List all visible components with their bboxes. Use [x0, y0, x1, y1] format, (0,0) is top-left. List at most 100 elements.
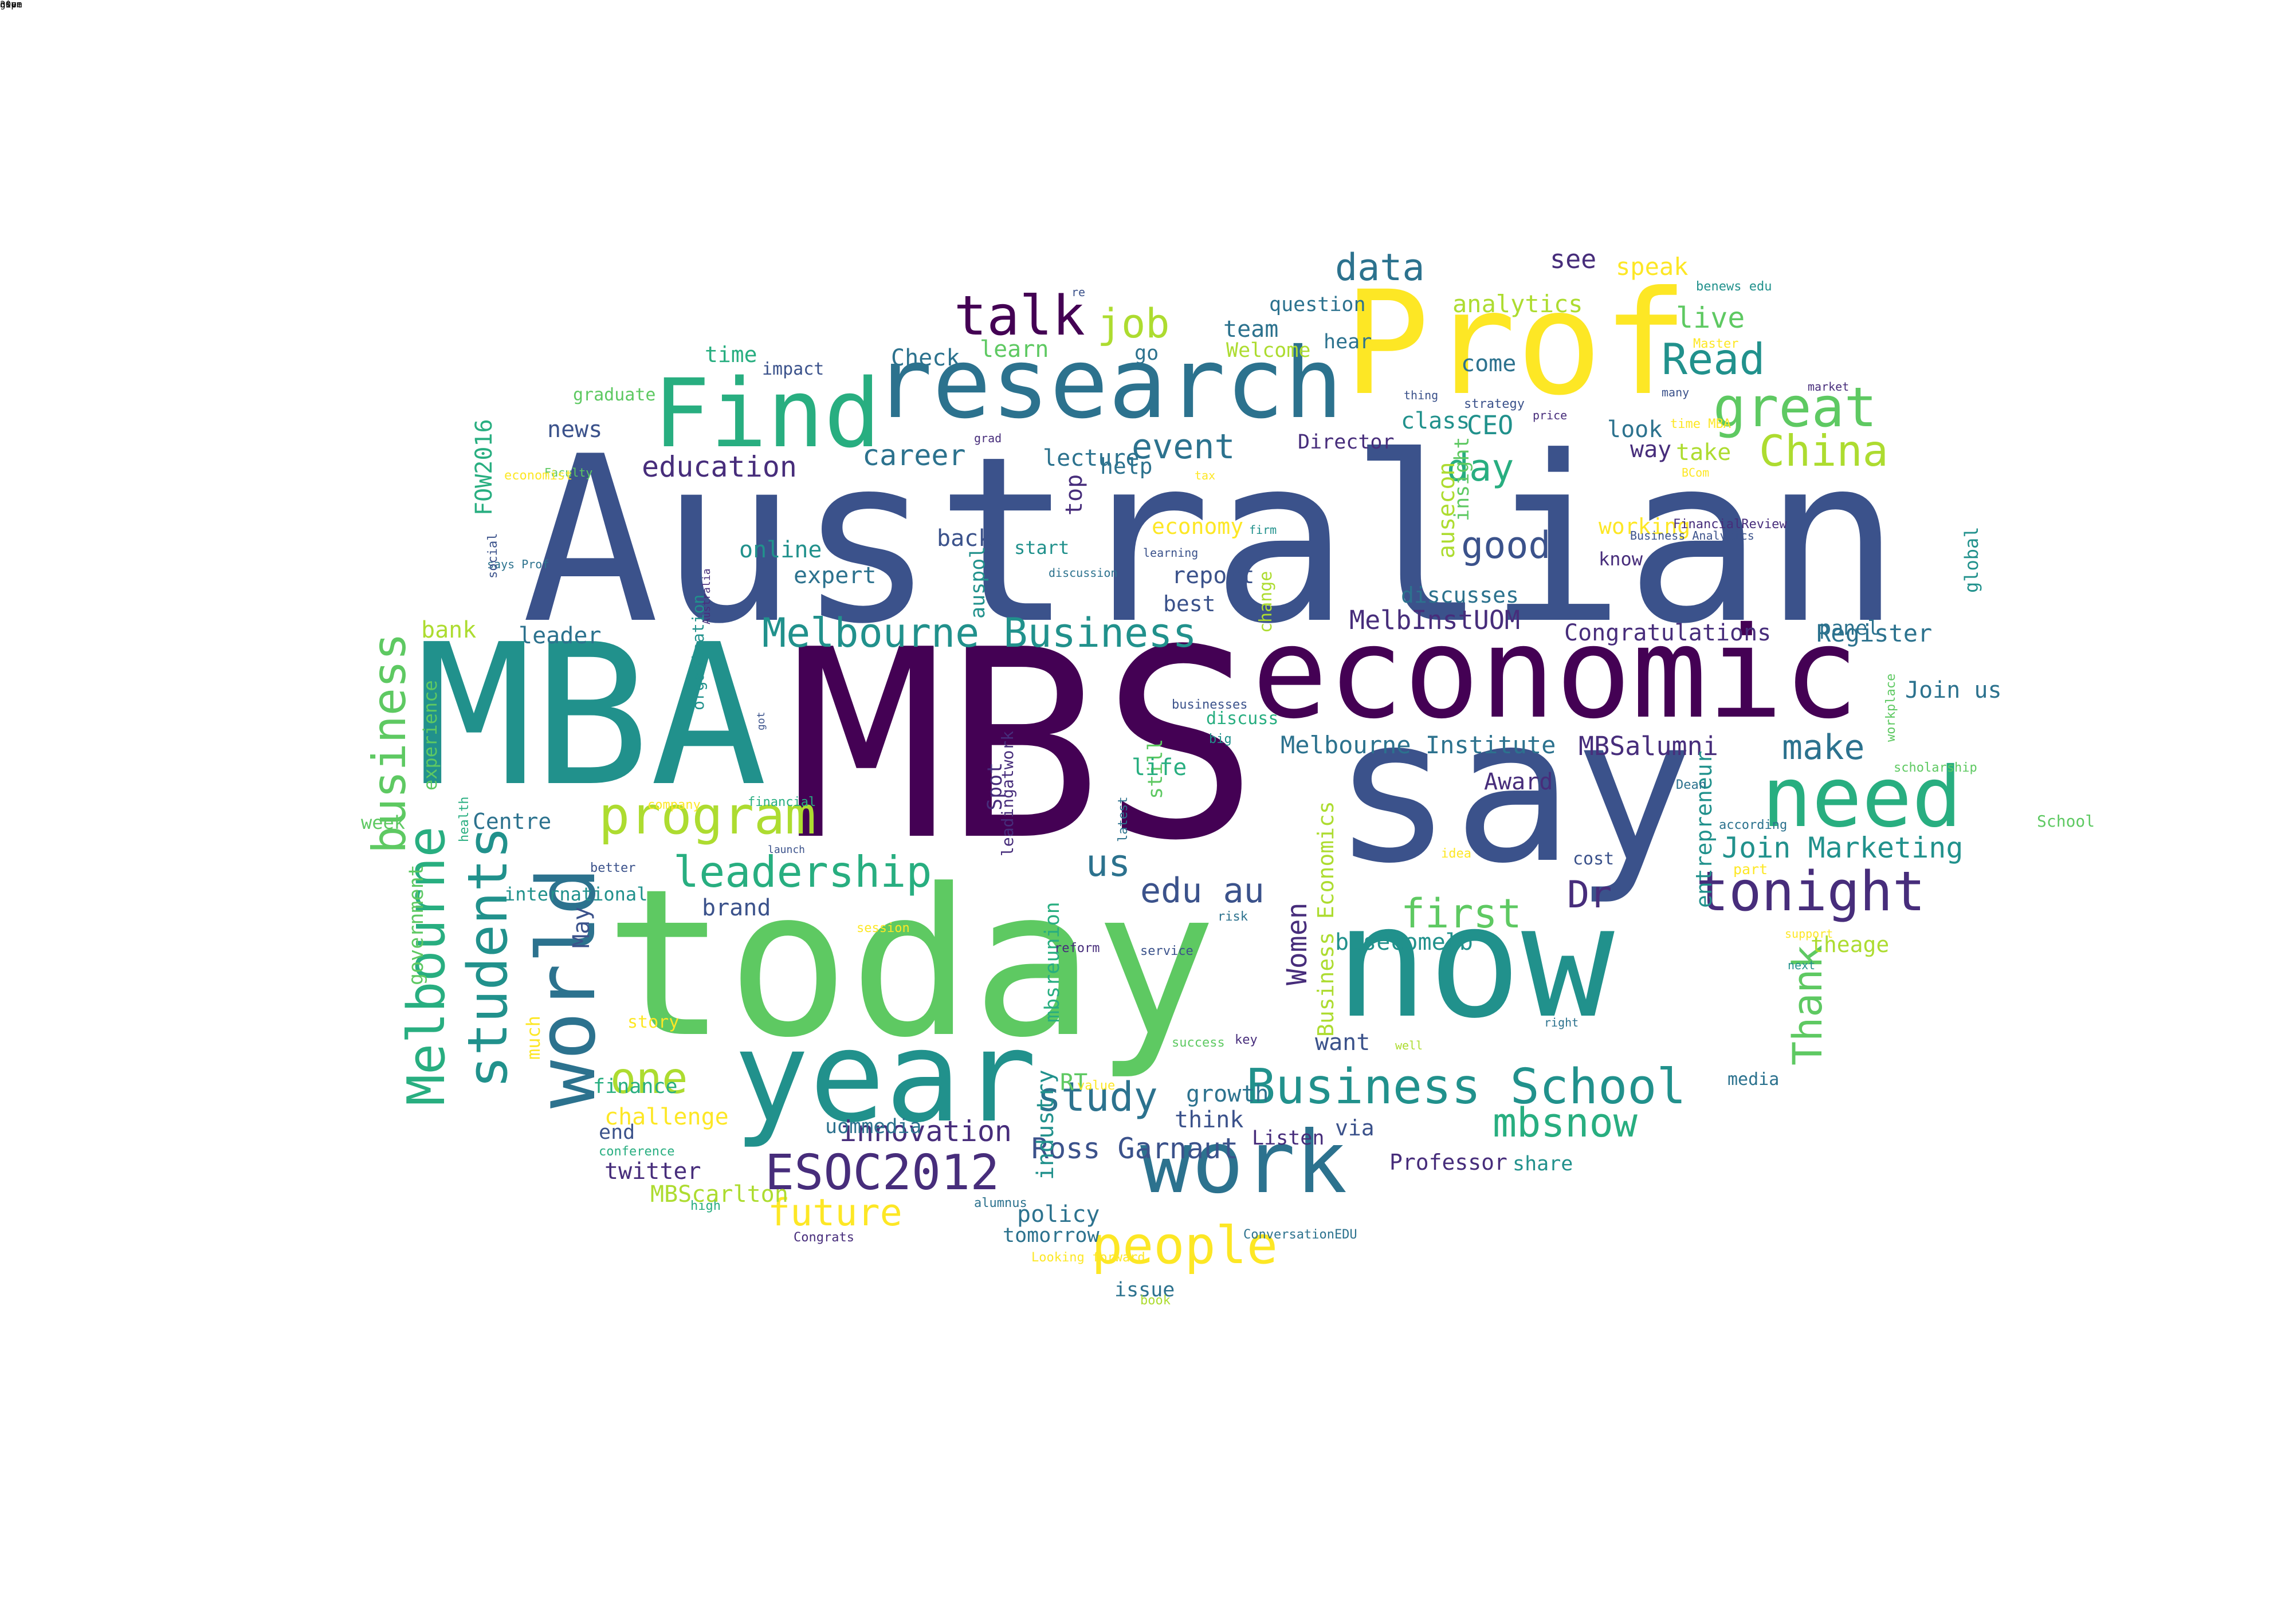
word-tonight: tonight — [1696, 860, 1926, 923]
word-use: use — [0, 0, 17, 10]
word-discusses: discusses — [1401, 583, 1519, 608]
word-think: think — [1175, 1107, 1244, 1133]
word-help: help — [1100, 454, 1153, 479]
word-discussion: discussion — [1049, 566, 1118, 580]
word-first: first — [1401, 890, 1522, 937]
word-talk: talk — [954, 285, 1085, 348]
word-grad: grad — [974, 431, 1002, 445]
word-challenge: challenge — [604, 1104, 729, 1130]
word-government: government — [405, 864, 428, 985]
word-social: social — [486, 533, 500, 579]
word-job: job — [1097, 300, 1170, 347]
word-congratulations: Congratulations — [1564, 620, 1772, 646]
word-us: us — [1086, 842, 1131, 885]
word-health: health — [457, 796, 472, 842]
word-thing: thing — [1404, 388, 1439, 402]
word-well: well — [1395, 1039, 1423, 1052]
word-live: live — [1676, 301, 1745, 335]
word-fow2016: FOW2016 — [471, 419, 497, 516]
word-learn: learn — [980, 336, 1049, 363]
word-auspol: auspol — [967, 546, 990, 619]
word-ross-garnaut: Ross Garnaut — [1031, 1132, 1239, 1165]
word-take: take — [1676, 439, 1731, 466]
word-book: book — [1140, 1293, 1171, 1308]
word-australia: Australia — [701, 568, 713, 624]
word-uommedia: uommedia — [825, 1115, 922, 1138]
word-may: May — [568, 906, 595, 948]
word-scholarship: scholarship — [1894, 761, 1977, 775]
word-start: start — [1014, 537, 1070, 559]
word-ceo: CEO — [1467, 410, 1514, 441]
word-entrepreneur: entrepreneur — [1691, 750, 1717, 908]
word-time-mba: time MBA — [1670, 417, 1731, 431]
word-hear: hear — [1324, 331, 1372, 353]
word-international: international — [504, 883, 648, 905]
word-price: price — [1533, 408, 1568, 422]
word-next: next — [1788, 958, 1816, 972]
word-news: news — [547, 416, 603, 443]
word-join-marketing: Join Marketing — [1722, 831, 1964, 864]
word-key: key — [1235, 1033, 1258, 1047]
word-cloud: Australian MBS MBA today say economic no… — [0, 0, 2293, 1624]
word-check: Check — [891, 345, 960, 371]
word-experience: experience — [419, 680, 441, 791]
word-conference: conference — [599, 1145, 675, 1159]
word-according: according — [1719, 818, 1788, 832]
word-tomorrow: tomorrow — [1003, 1224, 1100, 1247]
word-value: value — [1077, 1079, 1116, 1093]
word-best: best — [1163, 591, 1216, 616]
word-analytics: analytics — [1452, 290, 1583, 318]
word-speak: speak — [1616, 253, 1689, 281]
word-finance: finance — [593, 1075, 678, 1098]
word-week: week — [361, 812, 406, 833]
word-dean: Dean — [1676, 778, 1706, 792]
word-leadingatwork: leadingatwork — [998, 730, 1017, 856]
word-mbscarlton: MBScarlton — [650, 1181, 788, 1208]
word-business-analytics: Business Analytics — [1630, 529, 1754, 542]
word-centre: Centre — [473, 809, 552, 834]
word-service: service — [1140, 944, 1193, 958]
word-learning: learning — [1143, 546, 1199, 560]
word-industry: industry — [1032, 1069, 1059, 1180]
word-workplace: workplace — [1884, 673, 1898, 742]
word-change: change — [1256, 571, 1276, 633]
word-professor: Professor — [1389, 1150, 1507, 1175]
word-expert: expert — [794, 563, 877, 589]
word-company: company — [647, 798, 701, 812]
word-idea: idea — [1441, 847, 1471, 861]
word-success: success — [1172, 1036, 1225, 1050]
word-mbsnow: mbsnow — [1493, 1099, 1638, 1146]
word-see: see — [1550, 244, 1597, 274]
word-online: online — [739, 537, 822, 563]
word-twitter: twitter — [604, 1158, 701, 1185]
word-join-us: Join us — [1905, 677, 2002, 703]
word-latest: latest — [1116, 796, 1130, 842]
word-story: story — [627, 1012, 680, 1032]
word-business-economics: Business Economics — [1313, 801, 1338, 1037]
word-way: way — [1630, 437, 1672, 463]
word-director: Director — [1298, 431, 1395, 454]
word-career: career — [862, 439, 966, 472]
word-got: got — [755, 711, 767, 730]
word-tax: tax — [1195, 469, 1216, 482]
word-better: better — [590, 861, 636, 875]
word-mbsreunion: mbsreunion — [1041, 902, 1064, 1023]
word-life: life — [1132, 754, 1187, 781]
word-make: make — [1782, 728, 1865, 768]
word-class: class — [1401, 408, 1470, 434]
word-support: support — [1785, 927, 1833, 941]
word-melbourne-business: Melbourne Business — [762, 610, 1197, 656]
word-benews-edu: benews edu — [1696, 280, 1772, 294]
word-launch: launch — [768, 844, 806, 856]
word-firm: firm — [1249, 523, 1277, 537]
word-school: School — [2037, 812, 2095, 831]
word-financialreview: FinancialReview — [1673, 517, 1787, 532]
word-women: Women — [1281, 902, 1313, 986]
word-big: big — [1209, 732, 1232, 746]
word-strategy: strategy — [1464, 397, 1525, 411]
word-students: students — [457, 826, 520, 1088]
word-session: session — [857, 921, 910, 935]
word-master: Master — [1693, 337, 1739, 351]
word-risk: risk — [1218, 910, 1248, 924]
word-conversationedu: ConversationEDU — [1243, 1228, 1357, 1242]
